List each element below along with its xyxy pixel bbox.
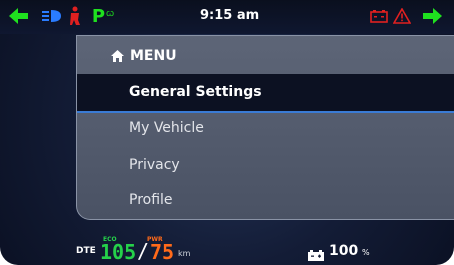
battery-icon	[307, 246, 325, 261]
home-icon	[111, 50, 124, 62]
battery-level-value: 100	[329, 243, 359, 259]
battery-warning-icon	[369, 7, 389, 25]
menu-title: MENU	[130, 48, 177, 64]
park-waves-icon: ꞷ	[106, 8, 115, 19]
battery-level-unit: %	[362, 248, 370, 257]
turn-right-arrow-icon	[421, 7, 443, 25]
menu-item-privacy[interactable]: Privacy	[77, 149, 454, 184]
pwr-range-value: 75	[150, 240, 175, 264]
menu-item-label: Privacy	[129, 157, 180, 173]
menu-panel: MENU General Settings My Vehicle Privacy…	[76, 35, 454, 220]
turn-left-arrow-icon	[8, 7, 30, 25]
menu-header: MENU	[111, 48, 177, 64]
menu-item-label: Profile	[129, 192, 173, 208]
dashboard-screen: Pꞷ 9:15 am MENU General Settings My Vehi…	[0, 0, 454, 265]
park-indicator-icon: Pꞷ	[88, 5, 118, 27]
status-bar: Pꞷ 9:15 am	[0, 0, 454, 34]
headlight-icon	[41, 7, 63, 25]
eco-range-value: 105	[100, 240, 137, 264]
clock-time: 9:15 am	[200, 8, 260, 23]
range-unit: km	[178, 249, 191, 258]
seatbelt-icon	[66, 6, 84, 25]
hazard-warning-icon	[392, 7, 412, 25]
dte-label: DTE	[76, 246, 96, 256]
park-gear-letter: P	[91, 5, 106, 27]
menu-item-general-settings[interactable]: General Settings	[77, 74, 454, 113]
info-bar	[0, 226, 454, 265]
menu-item-my-vehicle[interactable]: My Vehicle	[77, 112, 454, 147]
menu-item-profile[interactable]: Profile	[77, 184, 454, 219]
menu-item-label: My Vehicle	[129, 120, 204, 136]
menu-item-label: General Settings	[129, 84, 262, 100]
